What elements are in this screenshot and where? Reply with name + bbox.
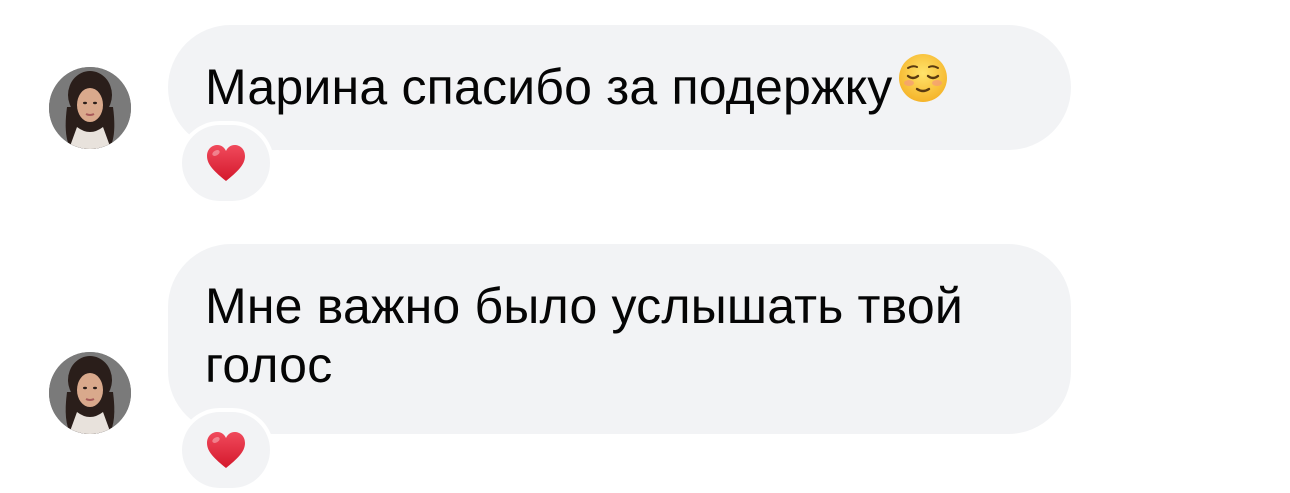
sender-avatar[interactable]	[49, 67, 131, 149]
message-bubble[interactable]: Марина спасибо за подержку	[168, 25, 1071, 150]
reaction-badge[interactable]	[182, 125, 270, 201]
red-heart-icon	[207, 145, 245, 181]
red-heart-icon	[207, 432, 245, 468]
chat-thread: Марина спасибо за подержку Мне важно был…	[0, 0, 1290, 493]
message-bubble[interactable]: Мне важно было услышать твой голос	[168, 244, 1071, 434]
message-text: Мне важно было услышать твой голос	[205, 278, 963, 393]
sender-avatar[interactable]	[49, 352, 131, 434]
avatar-photo	[49, 352, 131, 434]
reaction-badge[interactable]	[182, 412, 270, 488]
message-text: Марина спасибо за подержку	[205, 59, 893, 115]
avatar-photo	[49, 67, 131, 149]
relieved-face-icon	[897, 52, 949, 117]
